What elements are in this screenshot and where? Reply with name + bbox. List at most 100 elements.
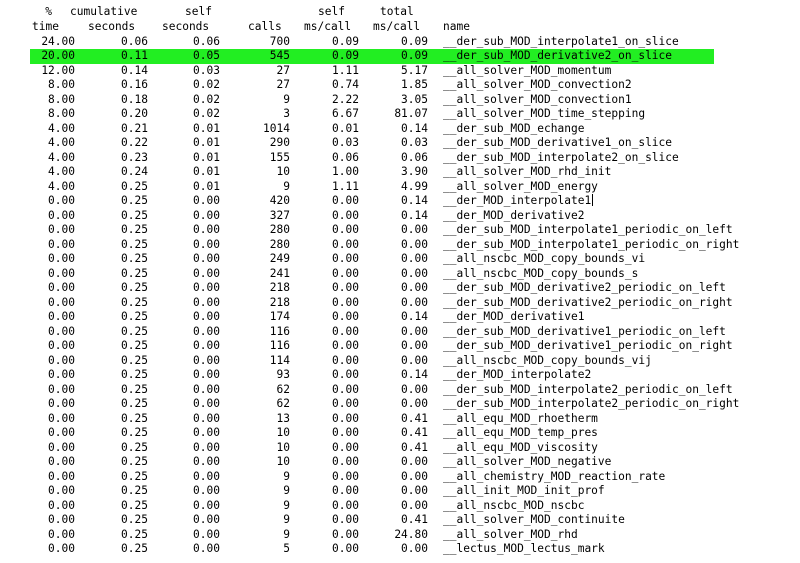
calls: 9 <box>283 527 290 541</box>
pct-time: 0.00 <box>48 542 75 555</box>
cumulative-seconds: 0.11 <box>121 49 148 62</box>
table-row[interactable]: 4.00 0.21 0.01 1014 0.01 0.14 __der_sub_MOD_ec… <box>0 122 800 137</box>
calls: 9 <box>283 179 290 193</box>
calls: 10 <box>276 440 290 454</box>
self-seconds: 0.00 <box>193 513 220 526</box>
calls: 10 <box>276 165 290 178</box>
function-name: __der_sub_MOD_echange <box>443 121 585 135</box>
self-ms-call: 0.00 <box>332 295 359 309</box>
self-seconds: 0.00 <box>193 223 220 236</box>
self-ms-call: 0.00 <box>332 455 359 468</box>
function-name: __der_sub_MOD_interpolate1_on_slice <box>443 34 679 48</box>
self-seconds: 0.01 <box>193 179 220 193</box>
cumulative-seconds: 0.18 <box>121 92 148 106</box>
self-ms-call: 0.00 <box>332 498 359 512</box>
self-ms-call: 0.06 <box>332 150 359 164</box>
self-seconds: 0.02 <box>193 78 220 91</box>
pct-time: 0.00 <box>48 295 75 309</box>
table-row[interactable]: 0.00 0.25 0.00 218 0.00 0.00 __der_sub_MOD_der… <box>0 296 800 311</box>
table-row[interactable]: 0.00 0.25 0.00 174 0.00 0.14 __der_MOD_derivat… <box>0 310 800 325</box>
self-ms-call: 0.00 <box>332 411 359 425</box>
table-row[interactable]: 4.00 0.22 0.01 290 0.03 0.03 __der_sub_MOD_der… <box>0 136 800 151</box>
pct-time: 4.00 <box>48 179 75 193</box>
table-row[interactable]: 0.00 0.25 0.00 9 0.00 24.80 __all_solver_MOD_r… <box>0 528 800 543</box>
header-cumulative: cumulative <box>70 5 138 18</box>
pct-time: 0.00 <box>48 426 75 439</box>
self-ms-call: 0.00 <box>332 252 359 265</box>
table-row[interactable]: 0.00 0.25 0.00 116 0.00 0.00 __der_sub_MOD_der… <box>0 339 800 354</box>
self-seconds: 0.05 <box>193 49 220 62</box>
calls: 27 <box>276 63 290 77</box>
function-name: __all_nscbc_MOD_copy_bounds_vi <box>443 252 646 265</box>
function-name: __der_MOD_interpolate2 <box>443 368 592 381</box>
table-row[interactable]: 8.00 0.18 0.02 9 2.22 3.05 __all_solver_MOD_co… <box>0 93 800 108</box>
table-row[interactable]: 8.00 0.20 0.02 3 6.67 81.07 __all_solver_MOD_t… <box>0 107 800 122</box>
pct-time: 0.00 <box>48 397 75 410</box>
table-row[interactable]: 0.00 0.25 0.00 114 0.00 0.00 __all_nscbc_MOD_c… <box>0 354 800 369</box>
table-row[interactable]: 0.00 0.25 0.00 10 0.00 0.41 __all_equ_MOD_temp… <box>0 426 800 441</box>
table-row[interactable]: 12.00 0.14 0.03 27 1.11 5.17 __all_solver_MOD_… <box>0 64 800 79</box>
calls: 27 <box>276 78 290 91</box>
calls: 280 <box>269 237 290 251</box>
calls: 9 <box>283 484 290 497</box>
header-seconds-2: seconds <box>162 19 210 33</box>
self-seconds: 0.00 <box>193 382 220 396</box>
cumulative-seconds: 0.25 <box>121 237 148 251</box>
pct-time: 4.00 <box>48 165 75 178</box>
total-ms-call: 0.00 <box>401 295 428 309</box>
cumulative-seconds: 0.25 <box>121 397 148 410</box>
calls: 327 <box>269 208 290 222</box>
table-row[interactable]: 0.00 0.25 0.00 280 0.00 0.00 __der_sub_MOD_int… <box>0 238 800 253</box>
total-ms-call: 24.80 <box>394 527 428 541</box>
function-name: __all_solver_MOD_rhd <box>443 527 578 541</box>
table-row[interactable]: 0.00 0.25 0.00 10 0.00 0.00 __all_solver_MOD_n… <box>0 455 800 470</box>
pct-time: 20.00 <box>41 49 75 62</box>
total-ms-call: 3.90 <box>401 165 428 178</box>
self-seconds: 0.00 <box>193 411 220 425</box>
table-row[interactable]: 0.00 0.25 0.00 327 0.00 0.14 __der_MOD_derivat… <box>0 209 800 224</box>
total-ms-call: 0.00 <box>401 237 428 251</box>
table-row[interactable]: 0.00 0.25 0.00 10 0.00 0.41 __all_equ_MOD_visc… <box>0 441 800 456</box>
table-row[interactable]: 0.00 0.25 0.00 62 0.00 0.00 __der_sub_MOD_inte… <box>0 397 800 412</box>
table-row[interactable]: 4.00 0.23 0.01 155 0.06 0.06 __der_sub_MOD_int… <box>0 151 800 166</box>
table-row[interactable]: 0.00 0.25 0.00 116 0.00 0.00 __der_sub_MOD_der… <box>0 325 800 340</box>
table-row[interactable]: 0.00 0.25 0.00 9 0.00 0.00 __all_nscbc_MOD_nsc… <box>0 499 800 514</box>
table-row[interactable]: 0.00 0.25 0.00 93 0.00 0.14 __der_MOD_interpol… <box>0 368 800 383</box>
cumulative-seconds: 0.24 <box>121 165 148 178</box>
table-row[interactable]: 4.00 0.24 0.01 10 1.00 3.90 __all_solver_MOD_r… <box>0 165 800 180</box>
self-seconds: 0.06 <box>193 34 220 48</box>
table-row-selected[interactable]: 20.00 0.11 0.05 545 0.09 0.09 __der_sub_MOD_de… <box>30 49 714 64</box>
pct-time: 0.00 <box>48 237 75 251</box>
table-row[interactable]: 0.00 0.25 0.00 9 0.00 0.00 __all_init_MOD_init… <box>0 484 800 499</box>
table-row[interactable]: 0.00 0.25 0.00 280 0.00 0.00 __der_sub_MOD_int… <box>0 223 800 238</box>
table-row[interactable]: 0.00 0.25 0.00 420 0.00 0.14 __der_MOD_interpo… <box>0 194 800 209</box>
table-row[interactable]: 4.00 0.25 0.01 9 1.11 4.99 __all_solver_MOD_en… <box>0 180 800 195</box>
calls: 114 <box>269 353 290 367</box>
header-line-2: time seconds seconds calls ms/call ms/ca… <box>0 20 800 35</box>
self-ms-call: 2.22 <box>332 92 359 106</box>
pct-time: 0.00 <box>48 353 75 367</box>
table-row[interactable]: 0.00 0.25 0.00 62 0.00 0.00 __der_sub_MOD_inte… <box>0 383 800 398</box>
table-row[interactable]: 0.00 0.25 0.00 218 0.00 0.00 __der_sub_MOD_der… <box>0 281 800 296</box>
calls: 280 <box>269 223 290 236</box>
function-name: __all_solver_MOD_energy <box>443 179 598 193</box>
table-row[interactable]: 0.00 0.25 0.00 9 0.00 0.41 __all_solver_MOD_co… <box>0 513 800 528</box>
function-name: __all_nscbc_MOD_copy_bounds_s <box>443 266 639 280</box>
header-ms-call-2: ms/call <box>373 19 421 33</box>
self-ms-call: 0.00 <box>332 440 359 454</box>
calls: 3 <box>283 107 290 120</box>
pct-time: 0.00 <box>48 324 75 338</box>
calls: 13 <box>276 411 290 425</box>
pct-time: 24.00 <box>41 34 75 48</box>
table-row[interactable]: 8.00 0.16 0.02 27 0.74 1.85 __all_solver_MOD_c… <box>0 78 800 93</box>
header-line-1: % cumulative self self total <box>0 5 800 20</box>
table-row[interactable]: 0.00 0.25 0.00 241 0.00 0.00 __all_nscbc_MOD_c… <box>0 267 800 282</box>
table-row[interactable]: 0.00 0.25 0.00 5 0.00 0.00 __lectus_MOD_lectus… <box>0 542 800 557</box>
pct-time: 0.00 <box>48 368 75 381</box>
total-ms-call: 0.00 <box>401 484 428 497</box>
function-name: __all_equ_MOD_temp_pres <box>443 426 598 439</box>
table-row[interactable]: 0.00 0.25 0.00 13 0.00 0.41 __all_equ_MOD_rhoe… <box>0 412 800 427</box>
table-row[interactable]: 0.00 0.25 0.00 249 0.00 0.00 __all_nscbc_MOD_c… <box>0 252 800 267</box>
table-row[interactable]: 0.00 0.25 0.00 9 0.00 0.00 __all_chemistry_MOD… <box>0 470 800 485</box>
table-row[interactable]: 24.00 0.06 0.06 700 0.09 0.09 __der_sub_MOD_in… <box>0 35 800 50</box>
